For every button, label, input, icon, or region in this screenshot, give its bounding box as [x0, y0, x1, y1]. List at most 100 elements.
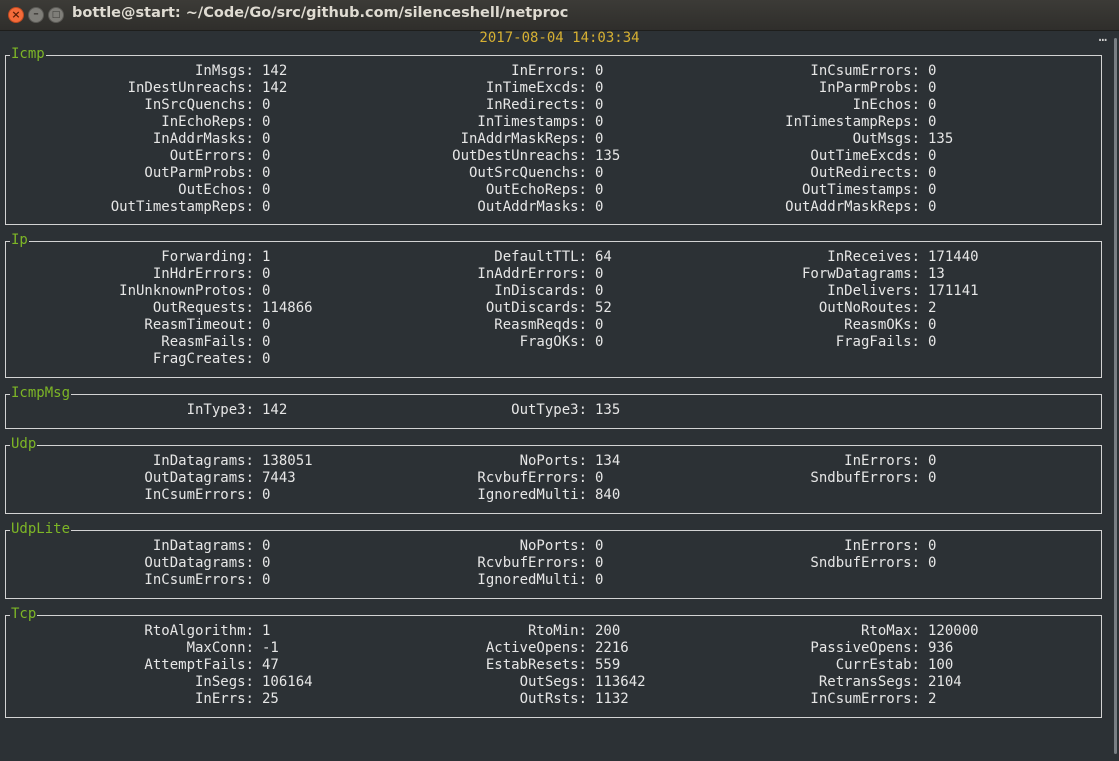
section-udplite: UdpLite InDatagrams: 0 NoPorts: 0 InErrors: 0…: [5, 521, 1102, 599]
stat-label: CurrEstab:: [835, 657, 920, 673]
stat-value: 142: [262, 80, 288, 96]
stat-label: RtoMax:: [860, 623, 920, 639]
stat-value: 0: [928, 80, 937, 96]
stat-value: 200: [595, 623, 621, 639]
stat-value: 0: [262, 199, 271, 215]
stat-value: 171141: [928, 283, 979, 299]
more-indicator: …: [1098, 29, 1107, 45]
stat-label: OutErrors:: [169, 148, 254, 164]
stat-label: DefaultTTL:: [494, 249, 587, 265]
stat-label: OutRsts:: [519, 691, 587, 707]
stat-value: 0: [262, 487, 271, 503]
stat-label: OutAddrMaskReps:: [785, 199, 920, 215]
stat-label: InDiscards:: [494, 283, 587, 299]
stat-label: OutMsgs:: [852, 131, 920, 147]
section-ip: Ip Forwarding: 1 DefaultTTL: 64 InReceives: 1…: [5, 232, 1102, 378]
stat-value: 0: [595, 165, 604, 181]
stat-label: ReasmReqds:: [494, 317, 587, 333]
section-title: Tcp: [10, 606, 38, 623]
stat-label: ForwDatagrams:: [801, 266, 920, 282]
stat-value: 52: [595, 300, 612, 316]
stat-label: InType3:: [186, 402, 254, 418]
stat-value: 100: [928, 657, 954, 673]
stat-label: PassiveOpens:: [810, 640, 920, 656]
stat-value: 2216: [595, 640, 629, 656]
stat-label: ActiveOpens:: [485, 640, 587, 656]
close-window-button[interactable]: ×: [8, 7, 24, 23]
stat-label: RcvbufErrors:: [477, 470, 587, 486]
stat-value: 0: [595, 80, 604, 96]
stat-value: 840: [595, 487, 621, 503]
stat-label: MaxConn:: [186, 640, 254, 656]
stat-value: 0: [928, 165, 937, 181]
stat-value: 0: [928, 453, 937, 469]
stat-label: InRedirects:: [485, 97, 587, 113]
stat-value: 64: [595, 249, 612, 265]
scrollbar[interactable]: [1110, 30, 1119, 761]
maximize-window-button[interactable]: □: [48, 7, 64, 23]
stat-value: 0: [262, 114, 271, 130]
stat-value: 1: [262, 623, 271, 639]
stat-value: 0: [595, 63, 604, 79]
stat-value: 0: [928, 470, 937, 486]
stat-label: RcvbufErrors:: [477, 555, 587, 571]
stat-label: OutDatagrams:: [144, 555, 254, 571]
minimize-window-button[interactable]: –: [28, 7, 44, 23]
stat-value: 0: [595, 470, 604, 486]
stat-label: EstabResets:: [485, 657, 587, 673]
stat-label: InCsumErrors:: [810, 63, 920, 79]
stat-value: 0: [262, 182, 271, 198]
section-title: IcmpMsg: [10, 385, 72, 402]
stat-value: 138051: [262, 453, 313, 469]
stat-label: InReceives:: [827, 249, 920, 265]
stat-label: InErrors:: [844, 453, 920, 469]
scrollbar-thumb[interactable]: [1114, 38, 1117, 754]
section-title: Ip: [10, 232, 29, 249]
stat-value: 0: [928, 317, 937, 333]
stat-label: ReasmOKs:: [844, 317, 920, 333]
stat-value: 559: [595, 657, 621, 673]
stat-value: 135: [595, 148, 621, 164]
stat-value: 0: [595, 182, 604, 198]
stat-value: 0: [262, 351, 271, 367]
section-title: UdpLite: [10, 521, 72, 538]
stat-label: InDatagrams:: [152, 453, 254, 469]
stat-value: 142: [262, 63, 288, 79]
stat-value: 0: [928, 63, 937, 79]
stat-label: IgnoredMulti:: [477, 487, 587, 503]
stat-value: 2: [928, 691, 937, 707]
stat-value: 13: [928, 266, 945, 282]
stat-label: ReasmFails:: [161, 334, 254, 350]
stat-value: -1: [262, 640, 279, 656]
window-titlebar: × – □ bottle@start: ~/Code/Go/src/github…: [0, 0, 1119, 31]
stat-value: 0: [262, 266, 271, 282]
stat-label: OutRequests:: [152, 300, 254, 316]
stat-value: 1: [262, 249, 271, 265]
stat-label: InCsumErrors:: [144, 572, 254, 588]
stat-label: OutParmProbs:: [144, 165, 254, 181]
section-title: Icmp: [10, 46, 46, 63]
stat-label: InHdrErrors:: [152, 266, 254, 282]
stat-label: InCsumErrors:: [144, 487, 254, 503]
stat-value: 0: [262, 148, 271, 164]
stat-label: InDestUnreachs:: [127, 80, 254, 96]
stat-value: 120000: [928, 623, 979, 639]
stat-value: 142: [262, 402, 288, 418]
stat-label: OutTimestampReps:: [110, 199, 254, 215]
stat-label: InCsumErrors:: [810, 691, 920, 707]
stat-value: 0: [595, 199, 604, 215]
stat-label: InErrors:: [511, 63, 587, 79]
stat-label: InSrcQuenchs:: [144, 97, 254, 113]
window-title: bottle@start: ~/Code/Go/src/github.com/s…: [72, 5, 569, 21]
stat-label: ReasmTimeout:: [144, 317, 254, 333]
stat-label: OutNoRoutes:: [818, 300, 920, 316]
stat-label: OutSegs:: [519, 674, 587, 690]
stat-label: OutAddrMasks:: [477, 199, 587, 215]
stat-value: 25: [262, 691, 279, 707]
stat-label: AttemptFails:: [144, 657, 254, 673]
stat-label: FragOKs:: [519, 334, 587, 350]
stat-value: 0: [928, 148, 937, 164]
stat-label: InAddrMaskReps:: [460, 131, 587, 147]
stat-value: 135: [595, 402, 621, 418]
stat-value: 0: [595, 334, 604, 350]
